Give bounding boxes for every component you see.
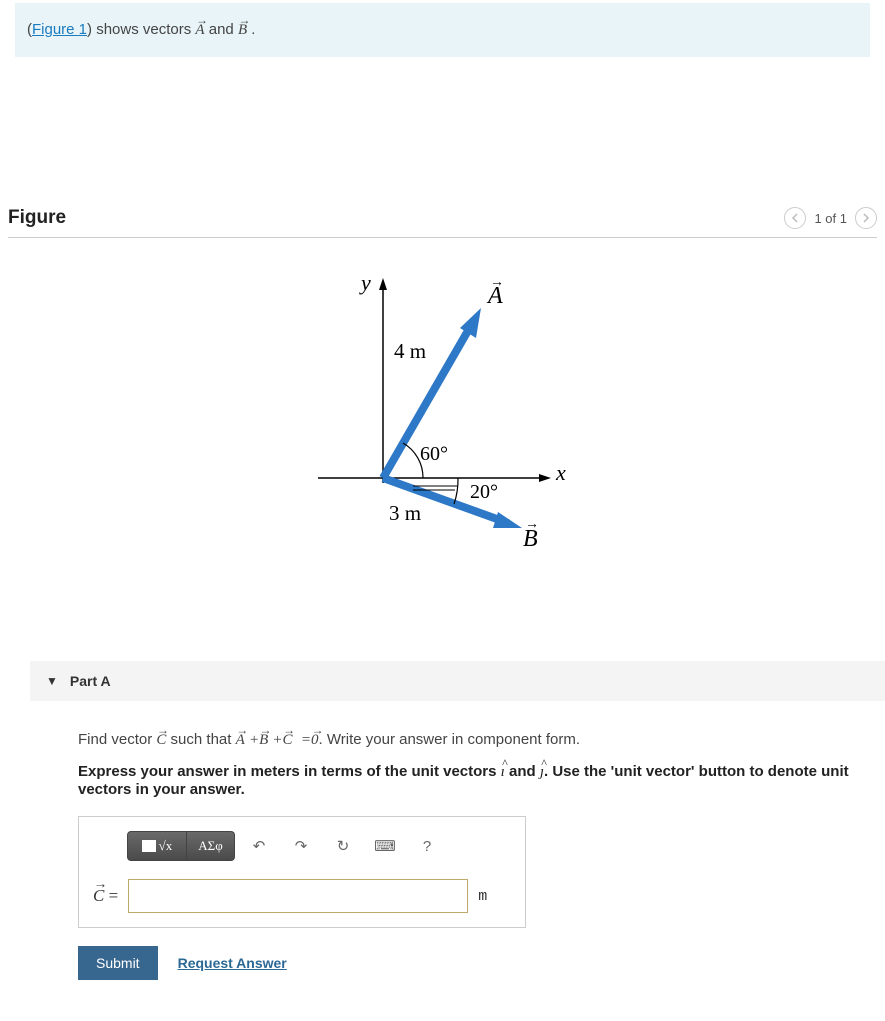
intro-after-link: ) shows vectors: [87, 21, 195, 38]
angle-B-label: 20°: [470, 481, 498, 503]
greek-button[interactable]: ΑΣφ: [187, 831, 235, 861]
intro-and: and: [205, 21, 238, 38]
reset-button[interactable]: ↻: [325, 831, 361, 861]
figure-header: Figure 1 of 1: [8, 207, 877, 238]
figure-link[interactable]: Figure 1: [32, 21, 87, 38]
vector-B-length: 3 m: [389, 501, 421, 525]
submit-button[interactable]: Submit: [78, 946, 158, 980]
undo-button[interactable]: ↶: [241, 831, 277, 861]
question-line-2: Express your answer in meters in terms o…: [78, 763, 885, 798]
unit-vector-j: ȷ: [540, 764, 544, 780]
part-a-header[interactable]: ▼ Part A: [30, 661, 885, 701]
vector-A-length: 4 m: [394, 339, 426, 363]
templates-button[interactable]: √x: [127, 831, 187, 861]
vector-C-symbol: C: [156, 732, 166, 748]
collapse-caret-icon: ▼: [46, 674, 58, 688]
angle-A-label: 60°: [420, 443, 448, 465]
redo-icon: ↷: [295, 837, 308, 855]
unit-vector-i: ı: [501, 764, 505, 780]
equation-toolbar: √x ΑΣφ ↶ ↷ ↻ ⌨ ?: [127, 831, 511, 861]
figure-title: Figure: [8, 207, 66, 229]
axis-x-label: x: [555, 460, 566, 485]
request-answer-link[interactable]: Request Answer: [178, 955, 287, 971]
figure-nav-text: 1 of 1: [814, 211, 847, 226]
answer-unit: m: [478, 888, 487, 905]
vector-B-symbol: B: [238, 22, 247, 38]
figure-nav: 1 of 1: [784, 207, 877, 229]
axis-y-label: y: [359, 270, 371, 295]
answer-box: √x ΑΣφ ↶ ↷ ↻ ⌨ ? C = m: [78, 816, 526, 928]
figure-body: y x A → B → 4 m 3 m 60° 20°: [0, 238, 885, 581]
part-a-body: Find vector C such that A +B +C =0. Writ…: [30, 701, 885, 980]
undo-icon: ↶: [253, 837, 266, 855]
keyboard-icon: ⌨: [374, 837, 396, 855]
sqrt-icon: √x: [159, 838, 173, 854]
svg-text:→: →: [525, 517, 539, 532]
template-icon: [142, 840, 156, 852]
part-a-label: Part A: [70, 673, 111, 689]
help-icon: ?: [423, 838, 431, 855]
keyboard-button[interactable]: ⌨: [367, 831, 403, 861]
figure-prev-button[interactable]: [784, 207, 806, 229]
zero-vector: 0: [311, 732, 319, 748]
answer-input[interactable]: [128, 879, 468, 913]
vector-A-symbol: A: [195, 22, 204, 38]
redo-button[interactable]: ↷: [283, 831, 319, 861]
answer-input-row: C = m: [93, 879, 511, 913]
vector-diagram: y x A → B → 4 m 3 m 60° 20°: [298, 268, 588, 558]
answer-lhs: C =: [93, 886, 118, 906]
submit-row: Submit Request Answer: [78, 946, 885, 980]
figure-next-button[interactable]: [855, 207, 877, 229]
reset-icon: ↻: [337, 837, 350, 855]
question-line-1: Find vector C such that A +B +C =0. Writ…: [78, 731, 885, 749]
help-button[interactable]: ?: [409, 831, 445, 861]
svg-text:→: →: [490, 275, 504, 290]
part-a-section: ▼ Part A Find vector C such that A +B +C…: [30, 661, 885, 980]
problem-intro: (Figure 1) shows vectors A and B .: [15, 3, 870, 57]
